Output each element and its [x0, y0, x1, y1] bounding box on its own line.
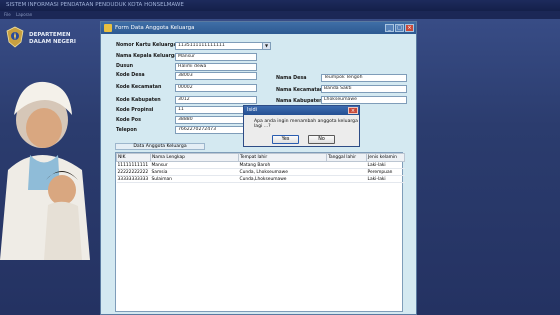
kode-kec-field[interactable]: 00002	[175, 84, 257, 92]
confirm-dialog: Isidi × Apa anda ingin menambah anggota …	[243, 105, 360, 147]
table-row[interactable]: 11111111111 Mansur Matang Baroh Laki-lak…	[116, 161, 405, 169]
label-telepon: Telepon	[116, 128, 137, 133]
table-title: Data Anggota Keluarga	[115, 143, 205, 150]
no-kk-value: 1135111111111111	[178, 43, 225, 48]
chevron-down-icon[interactable]: ▼	[262, 43, 270, 49]
label-dusun: Dusun	[116, 64, 134, 69]
logo-line-2: DALAM NEGERI	[29, 39, 76, 45]
no-button[interactable]: No	[308, 135, 335, 144]
yes-button[interactable]: Yes	[272, 135, 299, 144]
dialog-title: Isidi	[247, 107, 258, 113]
dialog-close-button[interactable]: ×	[348, 107, 358, 114]
table-row[interactable]: 22222222222 Samsia Cunda, Lhokseumawe Pe…	[116, 168, 405, 176]
family-illustration	[0, 60, 100, 260]
cell-tanggal-lahir	[326, 161, 367, 169]
cell-nik: 33333333333	[116, 175, 151, 183]
cell-nik: 11111111111	[116, 161, 151, 169]
cell-nama: Sulaiman	[150, 175, 239, 183]
cell-tempat-lahir: Cunda, Lhokseumawe	[238, 168, 327, 176]
app-title-bar: SISTEM INFORMASI PENDATAAN PENDUDUK KOTA…	[0, 0, 560, 11]
label-kode-prop: Kode Propinsi	[116, 108, 154, 113]
cell-jenis-kelamin: Laki-laki	[366, 161, 405, 169]
label-kode-kec: Kode Kecamatan	[116, 85, 162, 90]
dusun-field[interactable]: Halimi dewa	[175, 63, 257, 71]
kode-kab-field[interactable]: 3012	[175, 96, 257, 104]
col-nama[interactable]: Nama Lengkap	[150, 153, 239, 162]
form-title: Form Data Anggota Keluarga	[115, 25, 195, 31]
col-tanggal-lahir[interactable]: Tanggal lahir	[326, 153, 367, 162]
col-nik[interactable]: NIK	[116, 153, 151, 162]
kode-desa-field[interactable]: 38003	[175, 72, 257, 80]
minimize-button[interactable]: _	[385, 24, 394, 32]
logo-line-1: DEPARTEMEN	[29, 32, 71, 38]
cell-tempat-lahir: Matang Baroh	[238, 161, 327, 169]
cell-tanggal-lahir	[326, 168, 367, 176]
menu-laporan[interactable]: Laporan	[16, 12, 32, 17]
label-kode-kab: Kode Kabupaten	[116, 98, 161, 103]
label-kepala: Nama Kepala Keluarga	[116, 54, 178, 59]
label-nama-kab: Nama Kabupaten	[276, 99, 323, 104]
nama-kab-field[interactable]: Lhokseumawe	[321, 96, 407, 104]
menu-file[interactable]: File	[4, 12, 11, 17]
ministry-logo: DEPARTEMEN DALAM NEGERI	[6, 24, 96, 64]
kepala-field[interactable]: Mansur	[175, 53, 257, 61]
nama-kec-field[interactable]: Banda Sakti	[321, 85, 407, 93]
label-nama-kec: Nama Kecamatan	[276, 88, 324, 93]
window-icon	[104, 24, 112, 32]
emblem-icon	[6, 26, 24, 48]
dialog-message: Apa anda ingin menambah anggota keluarga…	[254, 119, 358, 129]
col-jenis-kelamin[interactable]: Jenis kelamin	[366, 153, 405, 162]
menu-bar: File Laporan	[0, 11, 560, 19]
label-nama-desa: Nama Desa	[276, 76, 307, 81]
table-row[interactable]: 33333333333 Sulaiman Cunda,Lhokseumawe L…	[116, 175, 405, 183]
members-grid[interactable]: NIK Nama Lengkap Tempat lahir Tanggal la…	[115, 152, 405, 312]
cell-nik: 22222222222	[116, 168, 151, 176]
close-button[interactable]: ×	[405, 24, 414, 32]
no-kk-combo[interactable]: 1135111111111111 ▼	[175, 42, 271, 50]
col-tempat-lahir[interactable]: Tempat lahir	[238, 153, 327, 162]
cell-nama: Mansur	[150, 161, 239, 169]
cell-tanggal-lahir	[326, 175, 367, 183]
cell-jenis-kelamin: Laki-laki	[366, 175, 405, 183]
maximize-button[interactable]: □	[395, 24, 404, 32]
cell-jenis-kelamin: Perempuan	[366, 168, 405, 176]
form-titlebar: Form Data Anggota Keluarga _ □ ×	[101, 22, 416, 34]
nama-desa-field[interactable]: Teumpok Tengoh	[321, 74, 407, 82]
label-kode-desa: Kode Desa	[116, 73, 145, 78]
label-no-kk: Nomor Kartu Keluarga	[116, 43, 177, 48]
grid-header-row: NIK Nama Lengkap Tempat lahir Tanggal la…	[116, 153, 405, 162]
app-title: SISTEM INFORMASI PENDATAAN PENDUDUK KOTA…	[6, 2, 184, 8]
form-window: Form Data Anggota Keluarga _ □ × Nomor K…	[100, 21, 417, 315]
cell-nama: Samsia	[150, 168, 239, 176]
label-kode-pos: Kode Pos	[116, 118, 141, 123]
cell-tempat-lahir: Cunda,Lhokseumawe	[238, 175, 327, 183]
dialog-titlebar: Isidi ×	[244, 106, 359, 115]
